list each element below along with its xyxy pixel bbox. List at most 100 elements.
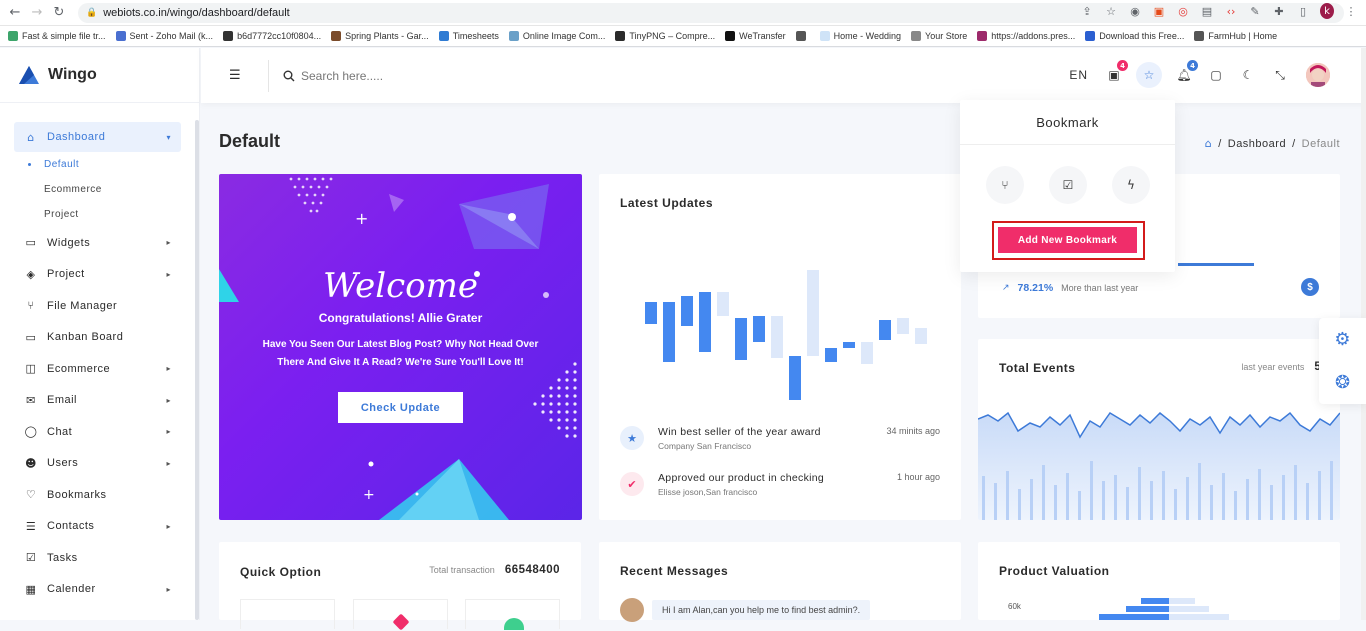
chevron-right-icon: ▸ — [166, 427, 171, 437]
sidebar-item-dashboard[interactable]: ⌂ Dashboard ▾ — [14, 122, 181, 152]
favicon-icon — [115, 31, 126, 41]
add-new-bookmark-button[interactable]: Add New Bookmark — [998, 227, 1137, 253]
sidebar-item-label: Contacts — [47, 520, 95, 533]
bookmark-link[interactable]: Home - Wedding — [819, 31, 901, 41]
update-subtitle: Company San Francisco — [658, 441, 752, 451]
sidebar-item-widgets[interactable]: ▭ Widgets ▸ — [14, 227, 181, 259]
stats-percent: 78.21% — [1017, 282, 1054, 294]
favicon-icon — [795, 31, 806, 41]
sidebar-item-project[interactable]: ◈ Project ▸ — [14, 259, 181, 291]
bookmark-label: WeTransfer — [739, 31, 786, 41]
favicon-icon — [1194, 31, 1205, 41]
quick-option-total: Total transaction 66548400 — [429, 564, 560, 576]
bookmark-link[interactable]: Spring Plants - Gar... — [331, 31, 429, 41]
bookmark-link[interactable]: TinyPNG – Compre... — [615, 31, 715, 41]
language-selector[interactable]: EN — [1069, 68, 1088, 82]
search-input[interactable]: Search here..... — [301, 69, 383, 83]
user-avatar[interactable] — [1306, 63, 1330, 87]
favicon-icon — [508, 31, 519, 41]
bookmark-link[interactable]: Timesheets — [438, 31, 499, 41]
recent-messages-title: Recent Messages — [620, 564, 729, 578]
sidebar-item-tasks[interactable]: ☑ Tasks — [14, 542, 181, 574]
sidebar-item-kanban-board[interactable]: ▭ Kanban Board — [14, 322, 181, 354]
back-icon[interactable]: ← — [4, 5, 26, 20]
bookmark-link[interactable]: Online Image Com... — [508, 31, 605, 41]
submenu-item-project[interactable]: Project — [14, 202, 199, 227]
bookmark-shortcuts: ⑂ ☑ ϟ — [986, 166, 1150, 204]
gear-icon[interactable]: ⚙ — [1319, 318, 1366, 361]
header-actions: EN ▣ 4 ☆ 🔔︎ 4 ▢ ☾ ⤡ — [1069, 60, 1330, 88]
git-pull-request-icon[interactable]: ⑂ — [986, 166, 1024, 204]
cart-icon[interactable]: ▣ 4 — [1104, 60, 1128, 85]
quick-option-card: Quick Option Total transaction 66548400 — [219, 542, 581, 631]
code-icon[interactable]: ‹› — [1224, 5, 1238, 18]
check-circle-icon: ✔ — [620, 472, 644, 496]
submenu-item-default[interactable]: Default — [14, 152, 199, 177]
header-divider — [268, 60, 269, 92]
breadcrumb-current: Default — [1301, 137, 1340, 150]
extension-icon[interactable]: ▣ — [1152, 5, 1166, 18]
sidebar-item-file-manager[interactable]: ⑂ File Manager — [14, 290, 181, 322]
sidebar-item-email[interactable]: ✉ Email ▸ — [14, 385, 181, 417]
check-square-icon[interactable]: ☑ — [1049, 166, 1087, 204]
bookmark-link[interactable]: FarmHub | Home — [1194, 31, 1277, 41]
brand-logo[interactable]: Wingo — [0, 48, 199, 103]
git-pull-icon: ⑂ — [27, 299, 35, 313]
sidebar-item-ecommerce[interactable]: ◫ Ecommerce ▸ — [14, 353, 181, 385]
message-icon[interactable]: ▢ — [1206, 65, 1226, 85]
bookmark-link[interactable]: Sent - Zoho Mail (k... — [115, 31, 213, 41]
sidebar-menu: ⌂ Dashboard ▾ Default Ecommerce Project ▭ Widge… — [0, 103, 199, 605]
bookmark-link[interactable]: WeTransfer — [725, 31, 786, 41]
quick-option-tile[interactable] — [240, 599, 335, 629]
forward-icon[interactable]: → — [26, 5, 48, 20]
sidebar-item-label: Calender — [47, 583, 96, 596]
sidepanel-icon[interactable]: ▯ — [1296, 5, 1310, 18]
bell-icon[interactable]: 🔔︎ 4 — [1174, 60, 1198, 85]
total-events-card: Total Events last year events 5945 — [978, 339, 1340, 520]
zap-icon[interactable]: ϟ — [1112, 166, 1150, 204]
submenu-label: Project — [44, 209, 79, 220]
profile-avatar[interactable]: k — [1320, 3, 1334, 19]
home-icon[interactable]: ⌂ — [1205, 137, 1212, 150]
pen-icon[interactable]: ✎ — [1248, 5, 1262, 18]
search-bar[interactable]: Search here..... — [283, 69, 383, 83]
avatar — [620, 598, 644, 622]
monitor-icon: ▭ — [25, 330, 37, 344]
bookmark-star-icon[interactable]: ☆ — [1104, 5, 1118, 18]
quick-option-tile[interactable] — [353, 599, 448, 631]
sidebar-item-calender[interactable]: ▦ Calender ▸ — [14, 574, 181, 606]
events-chart — [978, 411, 1340, 520]
palette-icon[interactable]: ❂ — [1319, 361, 1366, 404]
bookmark-star-icon[interactable]: ☆ — [1136, 62, 1162, 88]
sidebar-item-contacts[interactable]: ☰ Contacts ▸ — [14, 511, 181, 543]
sidebar-scrollbar[interactable] — [195, 120, 199, 620]
extension-icon[interactable]: ▤ — [1200, 5, 1214, 18]
bookmark-link[interactable]: https://addons.pres... — [977, 31, 1075, 41]
calendar-icon: ▦ — [25, 582, 37, 596]
bookmark-link[interactable]: b6d7772cc10f0804... — [223, 31, 321, 41]
menu-toggle-icon[interactable]: ☰ — [229, 68, 241, 83]
bookmark-link[interactable]: Your Store — [911, 31, 967, 41]
camera-icon[interactable]: ◉ — [1128, 5, 1142, 18]
puzzle-icon[interactable]: ✚ — [1272, 5, 1286, 18]
extension-icon[interactable]: ◎ — [1176, 5, 1190, 18]
submenu-item-ecommerce[interactable]: Ecommerce — [14, 177, 199, 202]
check-update-button[interactable]: Check Update — [338, 392, 463, 423]
bookmark-link[interactable] — [795, 31, 810, 41]
message-row[interactable]: Hi I am Alan,can you help me to find bes… — [620, 598, 871, 622]
moon-icon[interactable]: ☾ — [1238, 65, 1258, 85]
breadcrumb-section[interactable]: Dashboard — [1228, 138, 1286, 150]
bookmark-link[interactable]: Download this Free... — [1085, 31, 1184, 41]
quick-option-value: 66548400 — [504, 564, 560, 576]
share-icon[interactable]: ⇪ — [1080, 5, 1094, 18]
menu-dots-icon[interactable]: ⋮ — [1344, 5, 1358, 18]
reload-icon[interactable]: ↻ — [48, 5, 70, 20]
total-events-title: Total Events — [999, 361, 1076, 375]
quick-option-tile[interactable] — [465, 599, 560, 630]
sidebar-item-bookmarks[interactable]: ♡ Bookmarks — [14, 479, 181, 511]
page-title: Default — [219, 131, 281, 151]
sidebar-item-users[interactable]: ☻ Users ▸ — [14, 448, 181, 480]
bookmark-link[interactable]: Fast & simple file tr... — [8, 31, 106, 41]
sidebar-item-chat[interactable]: ◯ Chat ▸ — [14, 416, 181, 448]
fullscreen-icon[interactable]: ⤡ — [1270, 65, 1290, 85]
